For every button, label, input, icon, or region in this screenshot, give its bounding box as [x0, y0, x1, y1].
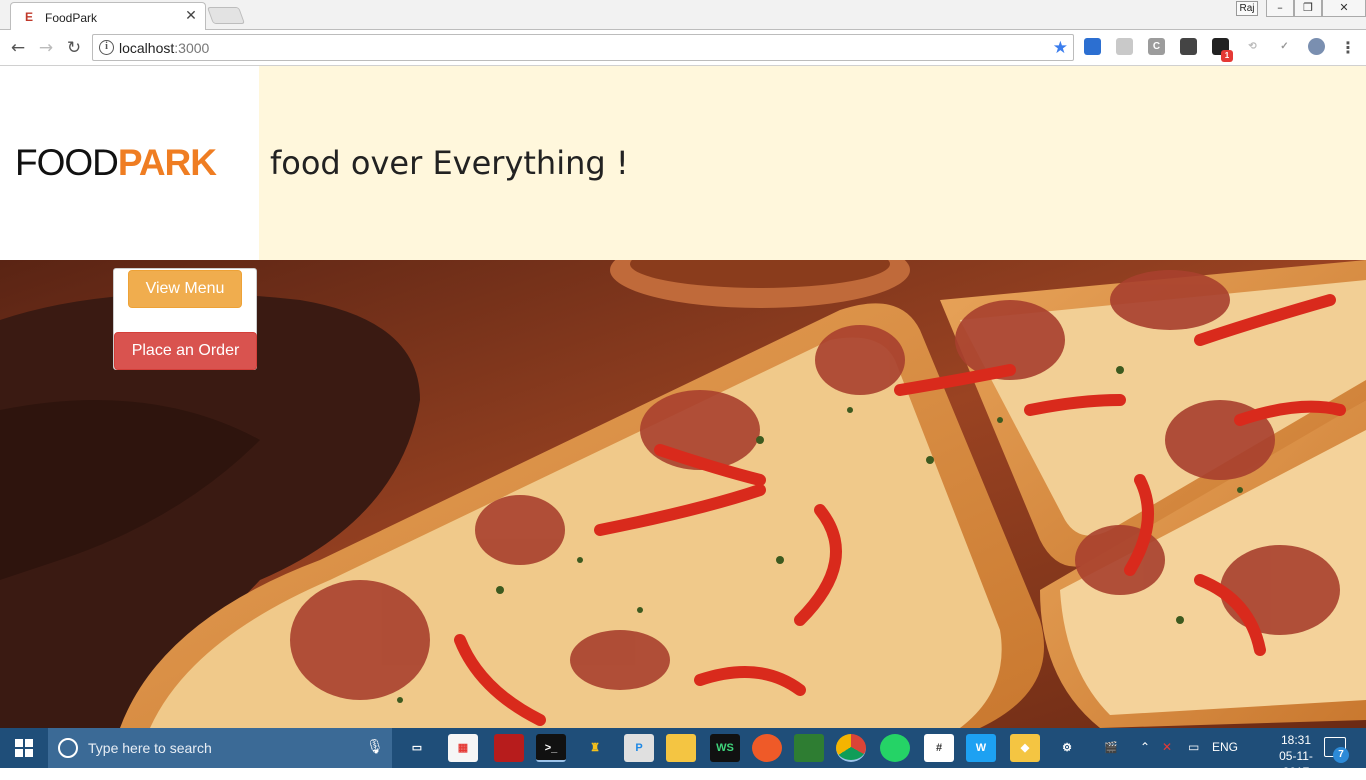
language-indicator[interactable]: ENG	[1212, 740, 1238, 754]
page-content: FOODPARK food over Everything ! View Men…	[0, 66, 1366, 728]
site-info-icon[interactable]: i	[99, 40, 114, 55]
reload-icon[interactable]: ↻	[63, 37, 85, 59]
task-view-icon[interactable]: ▭	[402, 734, 432, 762]
bookmark-star-icon[interactable]: ★	[1053, 38, 1068, 58]
store-icon[interactable]: ▦	[448, 734, 478, 762]
new-tab-button[interactable]	[206, 7, 246, 24]
profile-button[interactable]: Raj	[1236, 1, 1258, 16]
restore-icon[interactable]: ❐	[1294, 0, 1322, 17]
app-icon-diamond[interactable]: ◆	[1010, 734, 1040, 762]
clock-time: 18:31	[1280, 733, 1312, 747]
c-extension-icon[interactable]: C	[1148, 38, 1165, 55]
minimize-icon[interactable]: –	[1266, 0, 1294, 17]
logo-food: FOOD	[15, 142, 119, 183]
terminal-icon[interactable]: >_	[536, 734, 566, 762]
check-extension-icon[interactable]: ✓	[1276, 38, 1293, 55]
lightbulb-extension-icon[interactable]	[1180, 38, 1197, 55]
tray-chevron-icon[interactable]: ⌃	[1140, 740, 1150, 754]
cortana-icon	[58, 738, 78, 758]
webstorm-icon[interactable]: WS	[710, 734, 740, 762]
windows-taskbar: Type here to search 🎙 ▭ ▦ >_ ♜ P WS # W …	[0, 728, 1366, 779]
file-explorer-icon[interactable]	[666, 734, 696, 762]
tab-title: FoodPark	[45, 11, 98, 25]
profile-extension-icon[interactable]	[1308, 38, 1325, 55]
network-icon[interactable]: ✕	[1162, 740, 1172, 754]
app-icon-orange[interactable]	[752, 734, 782, 762]
sync-extension-icon[interactable]: ⟲	[1244, 38, 1261, 55]
chrome-menu-icon[interactable]: ⋮	[1340, 37, 1356, 59]
logo-park: PARK	[117, 142, 217, 183]
slack-icon[interactable]: #	[924, 734, 954, 762]
start-button[interactable]	[0, 728, 48, 768]
tagline: food over Everything !	[270, 144, 629, 182]
action-card: View Menu Place an Order	[113, 268, 257, 370]
tab-strip: E FoodPark ✕ Raj – ❐ ✕	[0, 0, 1366, 31]
video-icon[interactable]: 🎬	[1096, 734, 1126, 762]
forward-icon[interactable]: →	[35, 37, 57, 59]
app-icon-bell[interactable]: ♜	[580, 734, 610, 762]
windows-logo-icon	[15, 739, 33, 757]
address-bar[interactable]: i localhost:3000 ★	[92, 34, 1074, 61]
site-header: FOODPARK food over Everything !	[0, 66, 1366, 260]
extension-badge: 1	[1221, 50, 1233, 62]
place-order-button[interactable]: Place an Order	[114, 332, 257, 370]
tab-close-icon[interactable]: ✕	[183, 8, 199, 24]
settings-icon[interactable]: ⚙	[1052, 734, 1082, 762]
chrome-taskbar-icon[interactable]	[836, 734, 866, 762]
view-menu-button[interactable]: View Menu	[128, 270, 242, 308]
browser-tab[interactable]: E FoodPark ✕	[10, 2, 206, 31]
extension-icon-1[interactable]	[1084, 38, 1101, 55]
microphone-icon[interactable]: 🎙	[366, 739, 384, 755]
app-icon-ps[interactable]: P	[624, 734, 654, 762]
back-icon[interactable]: ←	[7, 37, 29, 59]
window-controls: – ❐ ✕	[1266, 0, 1366, 18]
whatsapp-icon[interactable]	[880, 734, 910, 762]
app-icon-spreadsheet[interactable]	[794, 734, 824, 762]
app-icon-w[interactable]: W	[966, 734, 996, 762]
close-icon[interactable]: ✕	[1322, 0, 1366, 17]
pdf-reader-icon[interactable]	[494, 734, 524, 762]
taskbar-search[interactable]: Type here to search 🎙	[48, 728, 392, 768]
url-text[interactable]: localhost:3000	[119, 40, 209, 56]
battery-icon[interactable]: ▭	[1188, 740, 1199, 754]
pdf-extension-icon[interactable]	[1116, 38, 1133, 55]
site-logo[interactable]: FOODPARK	[15, 142, 217, 183]
clock-date: 05-11-2017	[1279, 749, 1313, 779]
clock[interactable]: 18:31 05-11-2017	[1271, 732, 1321, 780]
search-placeholder: Type here to search	[88, 740, 212, 756]
tagline-banner: food over Everything !	[259, 66, 1366, 260]
logo-area: FOODPARK	[0, 66, 259, 260]
favicon-icon: E	[25, 10, 34, 24]
browser-toolbar: ← → ↻ i localhost:3000 ★ C 1 ⟲ ✓ ⋮	[0, 30, 1366, 66]
notification-badge: 7	[1333, 747, 1349, 763]
